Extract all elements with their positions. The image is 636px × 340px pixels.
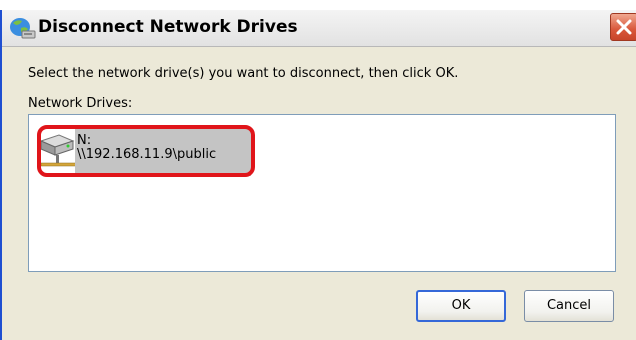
highlight-annotation: [37, 125, 255, 177]
network-drives-list[interactable]: N: \\192.168.11.9\public: [28, 114, 616, 272]
close-icon: [616, 19, 632, 35]
network-drives-label: Network Drives:: [28, 96, 133, 111]
network-drive-icon: [8, 15, 36, 41]
window-title: Disconnect Network Drives: [38, 17, 298, 37]
close-button[interactable]: [610, 13, 636, 41]
list-item[interactable]: N: \\192.168.11.9\public: [35, 123, 261, 177]
instruction-text: Select the network drive(s) you want to …: [28, 66, 459, 81]
ok-button[interactable]: OK: [416, 290, 506, 322]
cancel-button[interactable]: Cancel: [524, 290, 614, 322]
dialog-window: Disconnect Network Drives Select the net…: [0, 10, 636, 340]
title-bar[interactable]: Disconnect Network Drives: [2, 10, 636, 47]
